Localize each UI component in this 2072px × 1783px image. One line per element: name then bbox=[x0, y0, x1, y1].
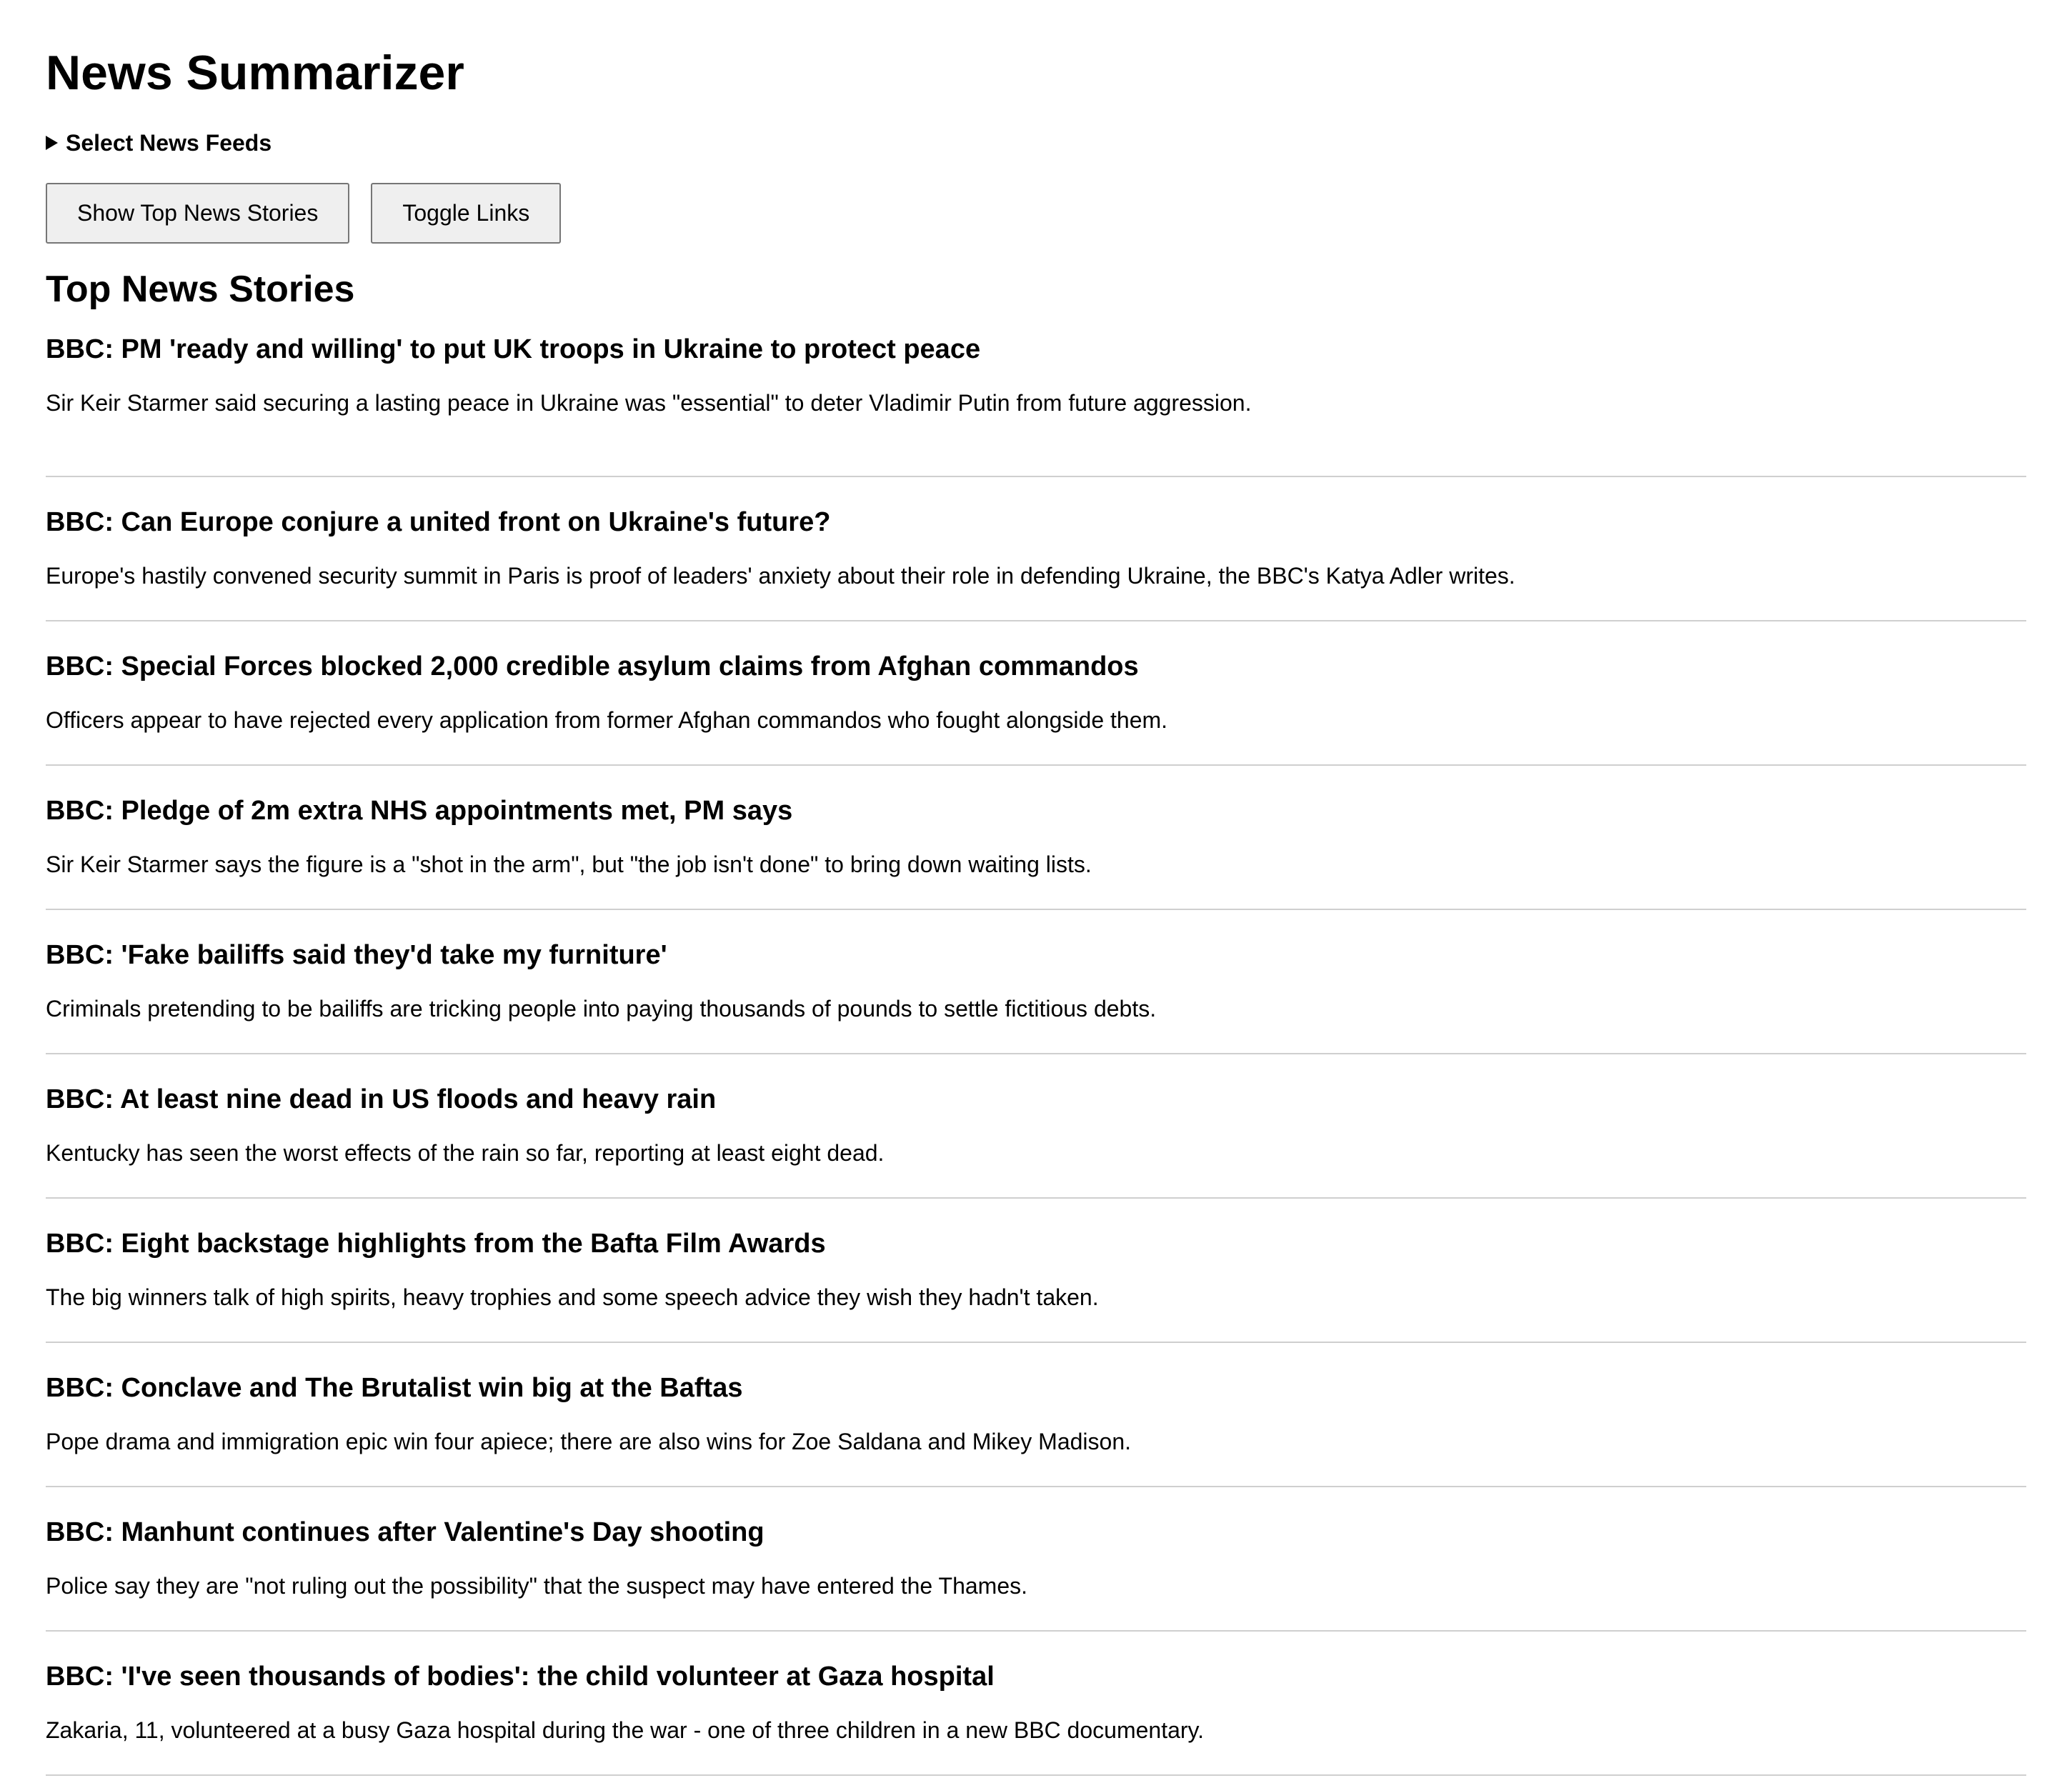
story-title: BBC: PM 'ready and willing' to put UK tr… bbox=[46, 334, 981, 364]
select-news-feeds-toggle[interactable]: Select News Feeds bbox=[46, 131, 2026, 154]
story-summary: Sir Keir Starmer says the figure is a "s… bbox=[46, 851, 1092, 877]
select-news-feeds-label: Select News Feeds bbox=[66, 130, 272, 156]
page-title: News Summarizer bbox=[46, 46, 464, 100]
story-item: BBC: Conclave and The Brutalist win big … bbox=[46, 1344, 2026, 1487]
button-row: Show Top News Stories Toggle Links bbox=[46, 183, 2026, 244]
story-summary: Police say they are "not ruling out the … bbox=[46, 1573, 1027, 1599]
story-title: BBC: Conclave and The Brutalist win big … bbox=[46, 1373, 743, 1403]
story-summary: Sir Keir Starmer said securing a lasting… bbox=[46, 390, 1252, 416]
story-summary: Kentucky has seen the worst effects of t… bbox=[46, 1140, 885, 1166]
toggle-links-button[interactable]: Toggle Links bbox=[371, 183, 562, 244]
show-top-news-button[interactable]: Show Top News Stories bbox=[46, 183, 350, 244]
story-summary: Zakaria, 11, volunteered at a busy Gaza … bbox=[46, 1717, 1205, 1743]
disclosure-triangle-icon bbox=[46, 136, 58, 150]
story-summary: Officers appear to have rejected every a… bbox=[46, 707, 1168, 733]
story-item: BBC: Manhunt continues after Valentine's… bbox=[46, 1489, 2026, 1632]
story-summary: Europe's hastily convened security summi… bbox=[46, 563, 1515, 589]
page: News Summarizer Select News Feeds Show T… bbox=[0, 0, 2072, 1776]
story-title: BBC: Can Europe conjure a united front o… bbox=[46, 507, 831, 537]
story-summary: Pope drama and immigration epic win four… bbox=[46, 1429, 1132, 1454]
story-title: BBC: Manhunt continues after Valentine's… bbox=[46, 1517, 764, 1547]
story-summary: The big winners talk of high spirits, he… bbox=[46, 1284, 1099, 1310]
story-list: BBC: PM 'ready and willing' to put UK tr… bbox=[46, 336, 2026, 1776]
story-summary: Criminals pretending to be bailiffs are … bbox=[46, 996, 1157, 1022]
story-item: BBC: PM 'ready and willing' to put UK tr… bbox=[46, 336, 2026, 477]
section-title: Top News Stories bbox=[46, 269, 355, 310]
story-item: BBC: Special Forces blocked 2,000 credib… bbox=[46, 623, 2026, 766]
story-title: BBC: Pledge of 2m extra NHS appointments… bbox=[46, 796, 793, 826]
story-title: BBC: 'I've seen thousands of bodies': th… bbox=[46, 1662, 995, 1692]
story-item: BBC: Pledge of 2m extra NHS appointments… bbox=[46, 767, 2026, 910]
story-item: BBC: Eight backstage highlights from the… bbox=[46, 1200, 2026, 1343]
story-item: BBC: Can Europe conjure a united front o… bbox=[46, 479, 2026, 621]
story-item: BBC: 'I've seen thousands of bodies': th… bbox=[46, 1633, 2026, 1776]
story-title: BBC: 'Fake bailiffs said they'd take my … bbox=[46, 940, 667, 970]
story-title: BBC: Eight backstage highlights from the… bbox=[46, 1229, 826, 1259]
story-item: BBC: 'Fake bailiffs said they'd take my … bbox=[46, 912, 2026, 1054]
story-item: BBC: At least nine dead in US floods and… bbox=[46, 1056, 2026, 1199]
story-title: BBC: At least nine dead in US floods and… bbox=[46, 1084, 717, 1114]
story-title: BBC: Special Forces blocked 2,000 credib… bbox=[46, 651, 1139, 681]
